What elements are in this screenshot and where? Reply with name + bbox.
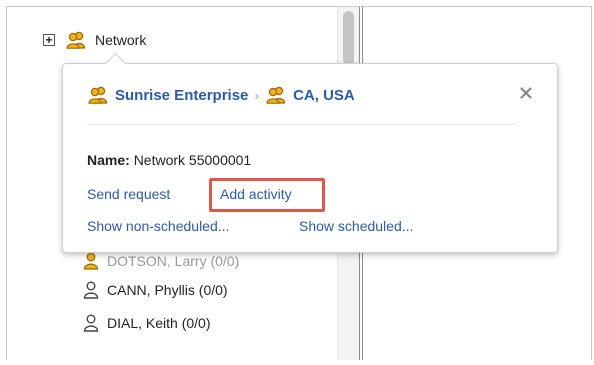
- tree-item-network[interactable]: + Network: [43, 28, 146, 52]
- group-icon: [265, 86, 287, 104]
- tree-item-label: DIAL, Keith (0/0): [107, 315, 211, 331]
- person-icon: [83, 252, 99, 270]
- name-row: Name: Network 55000001: [87, 152, 251, 168]
- scrollbar-thumb[interactable]: [343, 11, 354, 65]
- breadcrumb: Sunrise Enterprise › CA, USA: [87, 86, 355, 104]
- info-popover: Sunrise Enterprise › CA, USA Name: Netwo…: [62, 52, 558, 253]
- group-icon: [65, 31, 87, 49]
- show-non-scheduled-link[interactable]: Show non-scheduled...: [87, 218, 229, 234]
- breadcrumb-label: CA, USA: [293, 86, 355, 104]
- close-button[interactable]: [517, 84, 535, 102]
- highlight-annotation: [209, 178, 325, 212]
- expand-icon[interactable]: +: [43, 34, 55, 46]
- breadcrumb-separator: ›: [254, 87, 260, 103]
- person-icon: [83, 314, 99, 332]
- breadcrumb-item-region[interactable]: CA, USA: [265, 86, 355, 104]
- tree-item-label: DOTSON, Larry (0/0): [107, 253, 240, 269]
- popover-divider: [87, 124, 515, 125]
- breadcrumb-item-enterprise[interactable]: Sunrise Enterprise: [87, 86, 248, 104]
- show-scheduled-link[interactable]: Show scheduled...: [299, 218, 413, 234]
- name-label: Name:: [87, 152, 130, 168]
- tree-item-person[interactable]: DIAL, Keith (0/0): [83, 311, 211, 335]
- send-request-link[interactable]: Send request: [87, 186, 170, 202]
- group-icon: [87, 86, 109, 104]
- breadcrumb-label: Sunrise Enterprise: [115, 86, 249, 104]
- tree-item-person[interactable]: CANN, Phyllis (0/0): [83, 278, 228, 302]
- person-icon: [83, 281, 99, 299]
- close-icon[interactable]: [520, 87, 532, 99]
- app-frame: + Network DOTSON, Larry (0/0) CANN, Phyl…: [6, 6, 592, 360]
- tree-item-label: Network: [95, 32, 147, 48]
- tree-item-label: CANN, Phyllis (0/0): [107, 282, 228, 298]
- name-value: Network 55000001: [133, 152, 252, 168]
